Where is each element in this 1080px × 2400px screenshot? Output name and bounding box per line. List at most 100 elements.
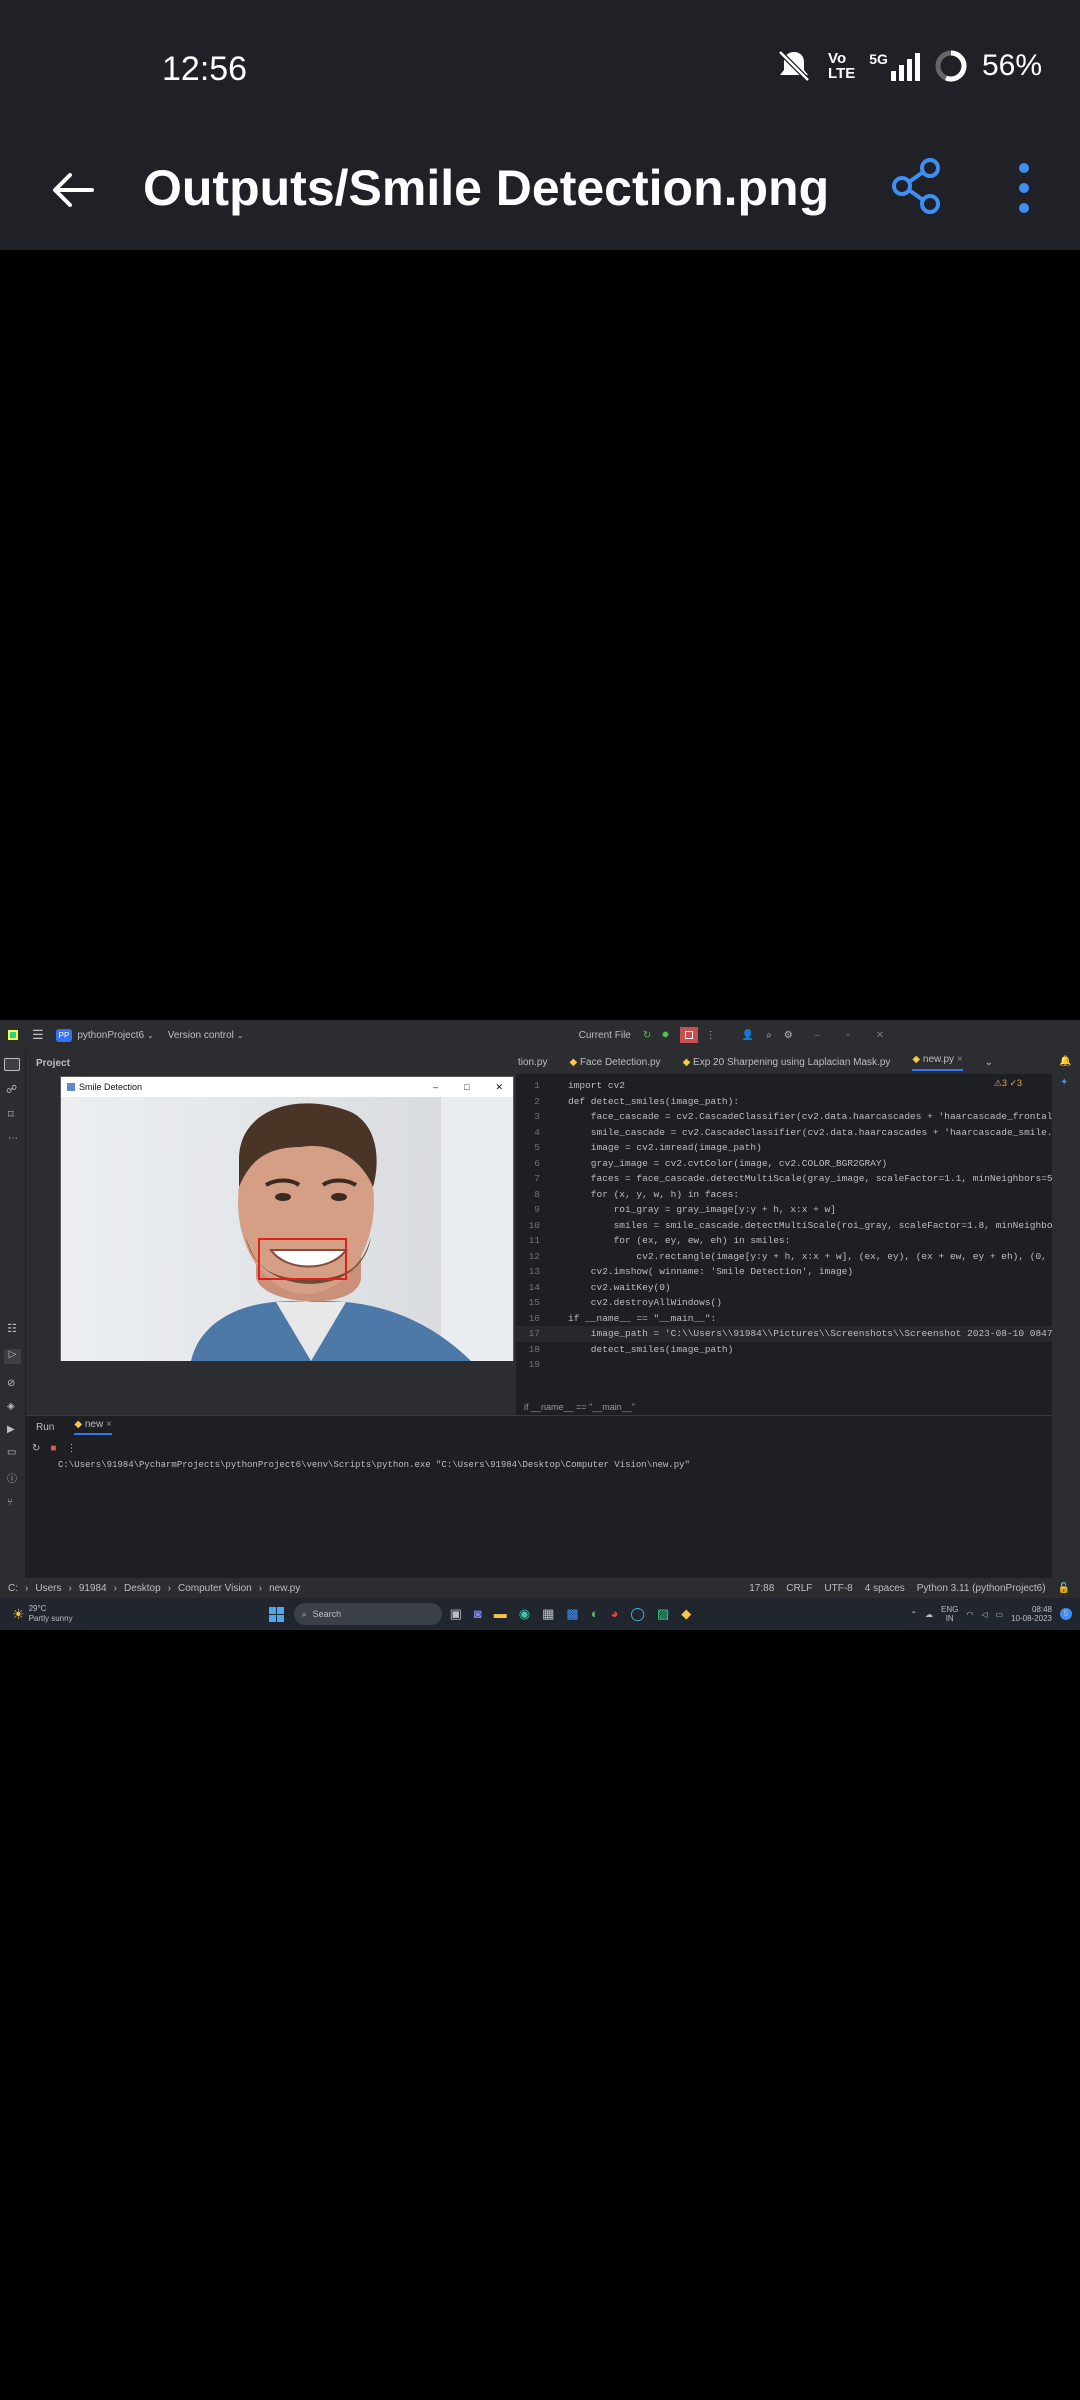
code-line[interactable]: 15 cv2.destroyAllWindows() bbox=[516, 1295, 1052, 1311]
user-icon[interactable]: 👤 bbox=[742, 1030, 754, 1041]
debug-icon[interactable]: ✹ bbox=[661, 1030, 669, 1041]
run-more-icon[interactable]: ⋮ bbox=[66, 1443, 76, 1454]
code-line[interactable]: 10 smiles = smile_cascade.detectMultiSca… bbox=[516, 1218, 1059, 1234]
tabs-menu-icon[interactable]: ⌄ bbox=[985, 1057, 993, 1068]
code-line[interactable]: 2 def detect_smiles(image_path): bbox=[516, 1094, 1052, 1110]
path-segment[interactable]: C: bbox=[8, 1583, 18, 1594]
lang-top[interactable]: ENG bbox=[941, 1605, 958, 1614]
more-options-icon[interactable] bbox=[1004, 156, 1044, 220]
tab-exp20[interactable]: ◆ Exp 20 Sharpening using Laplacian Mask… bbox=[683, 1057, 891, 1068]
weather-icon[interactable]: ☀ bbox=[12, 1606, 25, 1623]
start-icon[interactable] bbox=[268, 1606, 284, 1622]
interpreter[interactable]: Python 3.11 (pythonProject6) bbox=[917, 1583, 1046, 1594]
line-separator[interactable]: CRLF bbox=[786, 1583, 812, 1594]
code-line[interactable]: 8 for (x, y, w, h) in faces: bbox=[516, 1187, 1052, 1203]
lock-icon[interactable]: 🔓 bbox=[1058, 1583, 1070, 1594]
code-line[interactable]: 9 roi_gray = gray_image[y:y + h, x:x + w… bbox=[516, 1202, 1052, 1218]
code-line[interactable]: 17 image_path = 'C:\\Users\\91984\\Pictu… bbox=[516, 1326, 1058, 1342]
onedrive-icon[interactable]: ☁ bbox=[925, 1610, 933, 1619]
run-config[interactable]: Current File bbox=[579, 1030, 631, 1041]
path-segment[interactable]: new.py bbox=[269, 1583, 300, 1594]
code-breadcrumb[interactable]: if __name__ == "__main__" bbox=[524, 1402, 635, 1412]
run-tab-new[interactable]: ◆ new × bbox=[74, 1419, 112, 1435]
tray-chevron-icon[interactable]: ⌃ bbox=[910, 1610, 917, 1619]
taskbar-search[interactable]: ⌕ Search bbox=[293, 1603, 442, 1625]
more-tools-icon[interactable]: ⋯ bbox=[8, 1133, 18, 1144]
python-icon[interactable]: ◆ bbox=[681, 1606, 691, 1622]
run-icon[interactable]: ↻ bbox=[643, 1030, 651, 1041]
settings-icon[interactable]: ⚙ bbox=[784, 1030, 793, 1041]
window-close[interactable]: ✕ bbox=[495, 1082, 503, 1093]
ai-assistant-icon[interactable]: ✦ bbox=[1060, 1077, 1072, 1088]
git-icon[interactable]: ⑂ bbox=[7, 1497, 18, 1508]
code-line[interactable]: 12 cv2.rectangle(image[y:y + h, x:x + w]… bbox=[516, 1249, 1059, 1265]
share-icon[interactable] bbox=[884, 154, 948, 218]
vcs-menu[interactable]: Version control bbox=[168, 1030, 234, 1041]
indent-setting[interactable]: 4 spaces bbox=[865, 1583, 905, 1594]
services-icon[interactable]: ▶ bbox=[7, 1424, 18, 1435]
terminal-icon[interactable]: ▭ bbox=[7, 1447, 18, 1458]
tab-tion[interactable]: tion.py bbox=[518, 1057, 547, 1068]
file-encoding[interactable]: UTF-8 bbox=[824, 1583, 852, 1594]
code-line[interactable]: 7 faces = face_cascade.detectMultiScale(… bbox=[516, 1171, 1058, 1187]
window-maximize[interactable]: □ bbox=[464, 1082, 469, 1092]
code-line[interactable]: 6 gray_image = cv2.cvtColor(image, cv2.C… bbox=[516, 1156, 1052, 1172]
smile-detection-window[interactable]: Smile Detection – □ ✕ bbox=[60, 1076, 514, 1361]
path-segment[interactable]: 91984 bbox=[79, 1583, 107, 1594]
structure-tool-icon[interactable]: ☍ bbox=[6, 1083, 19, 1096]
tab-face-detection[interactable]: ◆ Face Detection.py bbox=[569, 1057, 660, 1068]
cortana-icon[interactable]: ◯ bbox=[630, 1606, 645, 1622]
path-segment[interactable]: Computer Vision bbox=[178, 1583, 252, 1594]
window-minimize[interactable]: – bbox=[433, 1082, 438, 1092]
teams-icon[interactable]: ◙ bbox=[474, 1606, 482, 1622]
battery-icon[interactable]: ▭ bbox=[996, 1610, 1004, 1619]
more-actions-icon[interactable]: ⋮ bbox=[706, 1030, 716, 1041]
wifi-icon[interactable]: ◠ bbox=[966, 1610, 973, 1619]
stop-run-icon[interactable]: ■ bbox=[50, 1443, 56, 1454]
explorer-icon[interactable]: ▬ bbox=[494, 1606, 507, 1622]
code-line[interactable]: 18 detect_smiles(image_path) bbox=[516, 1342, 1052, 1358]
edge-icon[interactable]: ◉ bbox=[519, 1606, 530, 1622]
bookmarks-tool-icon[interactable]: ⌑ bbox=[8, 1108, 17, 1121]
code-line[interactable]: 19 bbox=[516, 1357, 1052, 1373]
back-arrow-icon[interactable] bbox=[44, 160, 104, 220]
volume-icon[interactable]: ◁ bbox=[981, 1610, 987, 1619]
code-line[interactable]: 4 smile_cascade = cv2.CascadeClassifier(… bbox=[516, 1125, 1058, 1141]
status-path[interactable]: C: › Users › 91984 › Desktop › Computer Vision › n… bbox=[8, 1583, 300, 1594]
rerun-icon[interactable]: ↻ bbox=[32, 1443, 40, 1454]
code-line[interactable]: 11 for (ex, ey, ew, eh) in smiles: bbox=[516, 1233, 1052, 1249]
chrome-icon[interactable]: ◕ bbox=[611, 1606, 619, 1622]
layers-icon[interactable]: ◈ bbox=[7, 1401, 18, 1412]
python-packages-icon[interactable]: ☷ bbox=[7, 1322, 18, 1335]
minimize-icon[interactable]: – bbox=[815, 1030, 821, 1041]
path-segment[interactable]: Users bbox=[35, 1583, 61, 1594]
code-line[interactable]: 5 image = cv2.imread(image_path) bbox=[516, 1140, 1052, 1156]
code-line[interactable]: 13 cv2.imshow( winname: 'Smile Detection… bbox=[516, 1264, 1052, 1280]
problems-icon[interactable]: ⓘ bbox=[7, 1470, 18, 1485]
tab-new[interactable]: ◆ new.py × bbox=[912, 1054, 963, 1071]
main-menu-icon[interactable]: ☰ bbox=[32, 1027, 44, 1043]
python-console-icon[interactable]: ⊘ bbox=[7, 1378, 18, 1389]
pycharm-icon[interactable]: ▨ bbox=[657, 1606, 669, 1622]
code-line[interactable]: 1 import cv2 bbox=[516, 1078, 1052, 1094]
project-tool-icon[interactable] bbox=[4, 1058, 20, 1071]
close-icon[interactable]: ✕ bbox=[876, 1030, 884, 1041]
run-tool-icon[interactable]: ▷ bbox=[4, 1349, 21, 1364]
store-icon[interactable]: ▦ bbox=[542, 1606, 554, 1622]
code-editor[interactable]: tion.py ◆ Face Detection.py ◆ Exp 20 Sha… bbox=[516, 1050, 1059, 1415]
app-icon[interactable]: ▩ bbox=[566, 1606, 578, 1622]
restore-icon[interactable]: ▫ bbox=[846, 1030, 850, 1041]
code-line[interactable]: 14 cv2.waitKey(0) bbox=[516, 1280, 1052, 1296]
app-icon-2[interactable]: ◐ bbox=[591, 1606, 599, 1622]
code-line[interactable]: 3 face_cascade = cv2.CascadeClassifier(c… bbox=[516, 1109, 1058, 1125]
project-panel-label[interactable]: Project bbox=[36, 1058, 70, 1069]
search-icon[interactable]: ⌕ bbox=[766, 1030, 772, 1041]
notification-badge[interactable]: 5 bbox=[1060, 1608, 1072, 1620]
task-view-icon[interactable]: ▣ bbox=[450, 1606, 462, 1622]
path-segment[interactable]: Desktop bbox=[124, 1583, 161, 1594]
stop-button[interactable] bbox=[679, 1027, 698, 1043]
clock-time[interactable]: 08:48 bbox=[1011, 1605, 1052, 1614]
cursor-position[interactable]: 17:88 bbox=[749, 1583, 774, 1594]
code-line[interactable]: 16 if __name__ == "__main__": bbox=[516, 1311, 1052, 1327]
project-switcher[interactable]: pythonProject6 bbox=[77, 1030, 144, 1041]
